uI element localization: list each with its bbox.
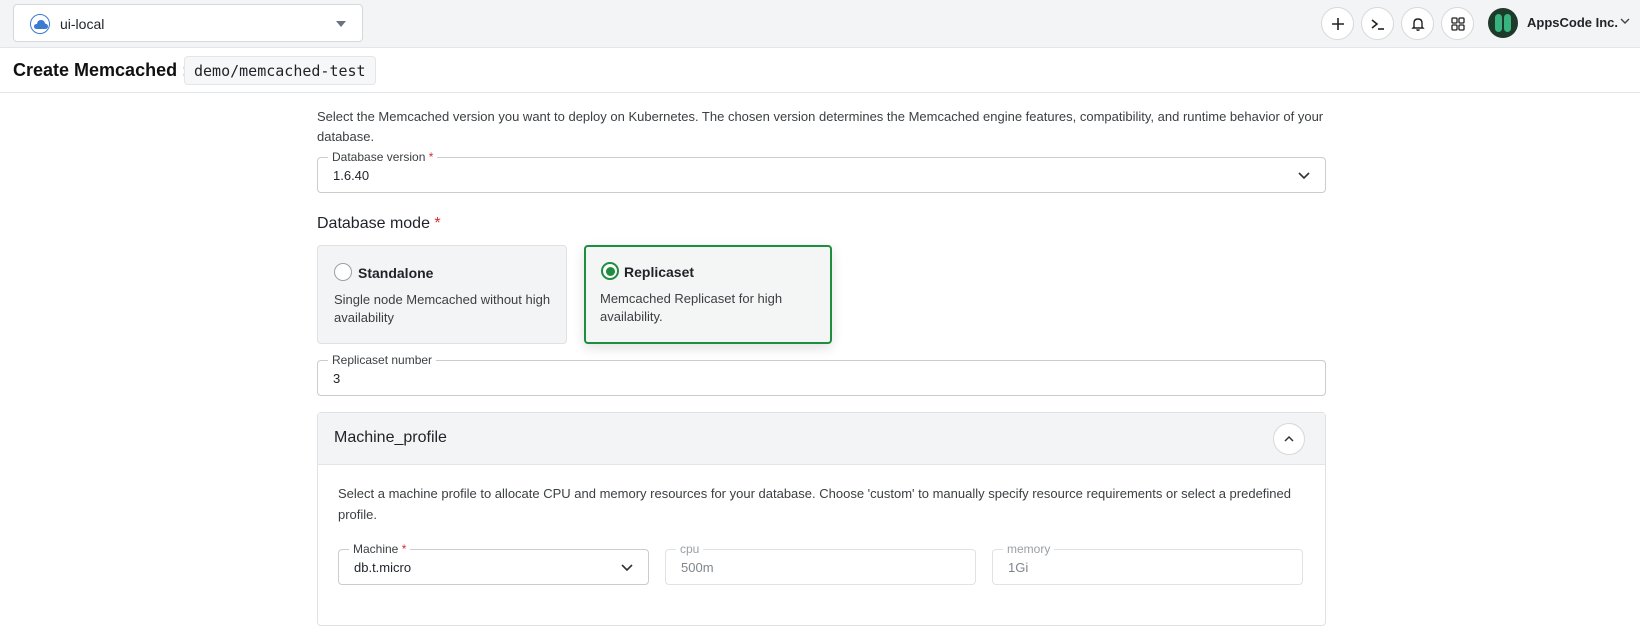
memory-value: 1Gi — [1008, 560, 1029, 575]
database-mode-heading: Database mode * — [317, 215, 441, 232]
create-button[interactable] — [1321, 7, 1354, 40]
chevron-up-icon — [1284, 435, 1294, 442]
chevron-down-icon — [621, 564, 633, 572]
cpu-input: cpu 500m — [665, 541, 976, 585]
memory-input: memory 1Gi — [992, 541, 1303, 585]
replicaset-number-label: Replicaset number — [328, 352, 437, 368]
terminal-icon — [1371, 19, 1384, 30]
machine-profile-title: Machine_profile — [334, 429, 447, 446]
cloud-icon — [30, 14, 50, 34]
machine-profile-header[interactable]: Machine_profile — [318, 413, 1325, 465]
org-avatar[interactable] — [1488, 8, 1518, 38]
notifications-button[interactable] — [1401, 7, 1434, 40]
terminal-button[interactable] — [1361, 7, 1394, 40]
mode-option-description: Memcached Replicaset for high availabili… — [600, 291, 783, 324]
machine-select[interactable]: Machine * db.t.micro — [338, 541, 649, 585]
collapse-button[interactable] — [1273, 423, 1305, 455]
mode-option-title: Standalone — [358, 265, 434, 281]
page-title: Create Memcached : — [13, 60, 189, 80]
cluster-selector[interactable]: ui-local — [13, 4, 363, 42]
radio-standalone[interactable] — [334, 263, 352, 281]
memory-label: memory — [1003, 541, 1055, 557]
mode-option-replicaset[interactable]: Replicaset Memcached Replicaset for high… — [584, 245, 832, 344]
machine-profile-section: Machine_profile Select a machine profile… — [317, 412, 1326, 626]
apps-button[interactable] — [1441, 7, 1474, 40]
mode-option-title: Replicaset — [624, 264, 695, 280]
machine-profile-description: Select a machine profile to allocate CPU… — [338, 486, 1291, 522]
mode-option-standalone[interactable]: Standalone Single node Memcached without… — [317, 245, 567, 344]
replicaset-number-value: 3 — [333, 371, 341, 386]
top-bar: ui-local AppsCode Inc. — [0, 0, 1640, 48]
machine-label: Machine * — [349, 541, 411, 557]
resource-path: demo/memcached-test — [184, 56, 376, 85]
bell-icon — [1411, 18, 1425, 31]
cpu-label: cpu — [676, 541, 704, 557]
apps-grid-icon — [1451, 17, 1465, 31]
database-version-value: 1.6.40 — [333, 168, 370, 183]
database-version-select[interactable]: Database version * 1.6.40 — [317, 149, 1326, 193]
org-name[interactable]: AppsCode Inc. — [1527, 15, 1618, 30]
cpu-value: 500m — [681, 560, 714, 575]
chevron-down-icon[interactable] — [1620, 17, 1630, 25]
version-description: Select the Memcached version you want to… — [317, 109, 1324, 144]
replicaset-number-input[interactable]: Replicaset number 3 — [317, 352, 1326, 396]
radio-replicaset[interactable] — [601, 262, 619, 280]
database-version-label: Database version * — [328, 149, 438, 165]
caret-down-icon — [336, 21, 346, 27]
machine-value: db.t.micro — [354, 560, 412, 575]
chevron-down-icon — [1298, 172, 1310, 180]
mode-option-description: Single node Memcached without high avail… — [334, 292, 551, 325]
plus-icon — [1332, 18, 1344, 30]
divider — [0, 92, 1640, 93]
cluster-name: ui-local — [60, 16, 105, 32]
